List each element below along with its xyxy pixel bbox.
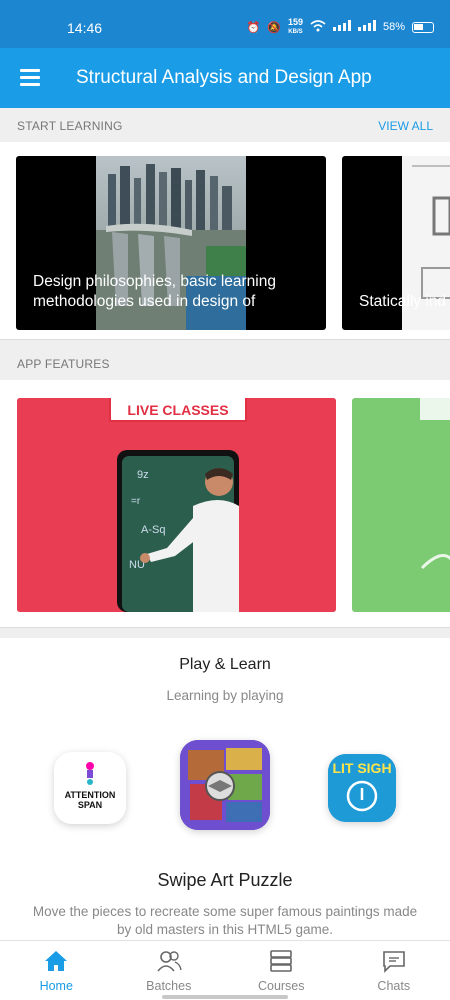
chat-icon [382,951,405,973]
play-subheading: Learning by playing [166,688,284,703]
mute-icon: 🔕 [267,21,281,34]
course-card[interactable]: Statically ind [342,156,450,330]
live-classes-card[interactable]: 9z =r A-Sq NU LIVE CLASSES [17,398,336,612]
bottom-nav: Home Batches Courses Chats [0,940,450,1000]
users-icon [157,951,182,972]
lit-sight-label: LIT SIGH [332,760,392,776]
courses-carousel[interactable]: Design philosophies, basic learning meth… [0,142,450,340]
nav-courses[interactable]: Courses [225,941,338,1000]
course-card[interactable]: Design philosophies, basic learning meth… [16,156,326,330]
svg-text:=r: =r [131,496,141,507]
status-time: 14:46 [67,20,103,36]
attention-span-game[interactable]: ATTENTION SPAN [54,752,126,824]
section-title: START LEARNING [17,119,123,133]
play-heading: Play & Learn [179,656,271,673]
signal-icon [332,20,351,34]
swipe-art-puzzle-game[interactable] [180,740,270,830]
alarm-icon: ⏰ [246,21,261,34]
menu-icon[interactable] [20,69,40,86]
selected-game-name: Swipe Art Puzzle [157,870,293,890]
live-classes-tag: LIVE CLASSES [109,398,247,422]
attention-span-icon [54,752,126,824]
features-carousel[interactable]: 9z =r A-Sq NU LIVE CLASSES [0,380,450,628]
status-icons: ⏰ 🔕 159 KB/S 58% [247,18,434,36]
course-caption: Design philosophies, basic learning meth… [33,273,276,310]
nav-chats-label: Chats [377,979,411,993]
battery-icon [412,21,434,33]
home-icon [45,951,68,971]
nav-home[interactable]: Home [0,941,113,1000]
network-speed: 159 KB/S [287,17,303,36]
app-bar: Structural Analysis and Design App [0,48,450,108]
attention-span-label: ATTENTION SPAN [64,790,116,810]
books-icon [270,950,293,972]
course-caption: Statically ind [359,293,447,310]
svg-text:A-Sq: A-Sq [141,524,165,536]
section-title: APP FEATURES [17,357,110,371]
play-and-learn: Play & Learn Learning by playing ATTENTI… [0,638,450,940]
swipe-art-puzzle-icon [180,740,270,830]
nav-courses-label: Courses [257,979,305,993]
nav-home-label: Home [39,979,73,993]
lit-sight-game[interactable]: LIT SIGH [328,754,396,822]
svg-text:9z: 9z [137,469,149,481]
live-classes-illustration: 9z =r A-Sq NU [17,398,336,612]
nav-chats[interactable]: Chats [338,941,450,1000]
battery-percent: 58% [382,21,405,33]
app-title: Structural Analysis and Design App [76,67,372,88]
selected-game-description: Move the pieces to recreate some super f… [32,904,418,937]
signal-icon-2 [357,20,376,34]
wifi-icon [310,19,326,35]
nav-batches[interactable]: Batches [113,941,226,1000]
status-bar: 14:46 ⏰ 🔕 159 KB/S 58% [0,0,450,48]
nav-batches-label: Batches [146,979,192,993]
home-indicator [162,995,288,999]
feature-card[interactable] [352,398,450,612]
start-learning-header: START LEARNING VIEW ALL [0,108,450,144]
app-features-header: APP FEATURES [0,346,450,382]
view-all-link[interactable]: VIEW ALL [378,119,433,133]
feature-illustration [420,398,450,570]
